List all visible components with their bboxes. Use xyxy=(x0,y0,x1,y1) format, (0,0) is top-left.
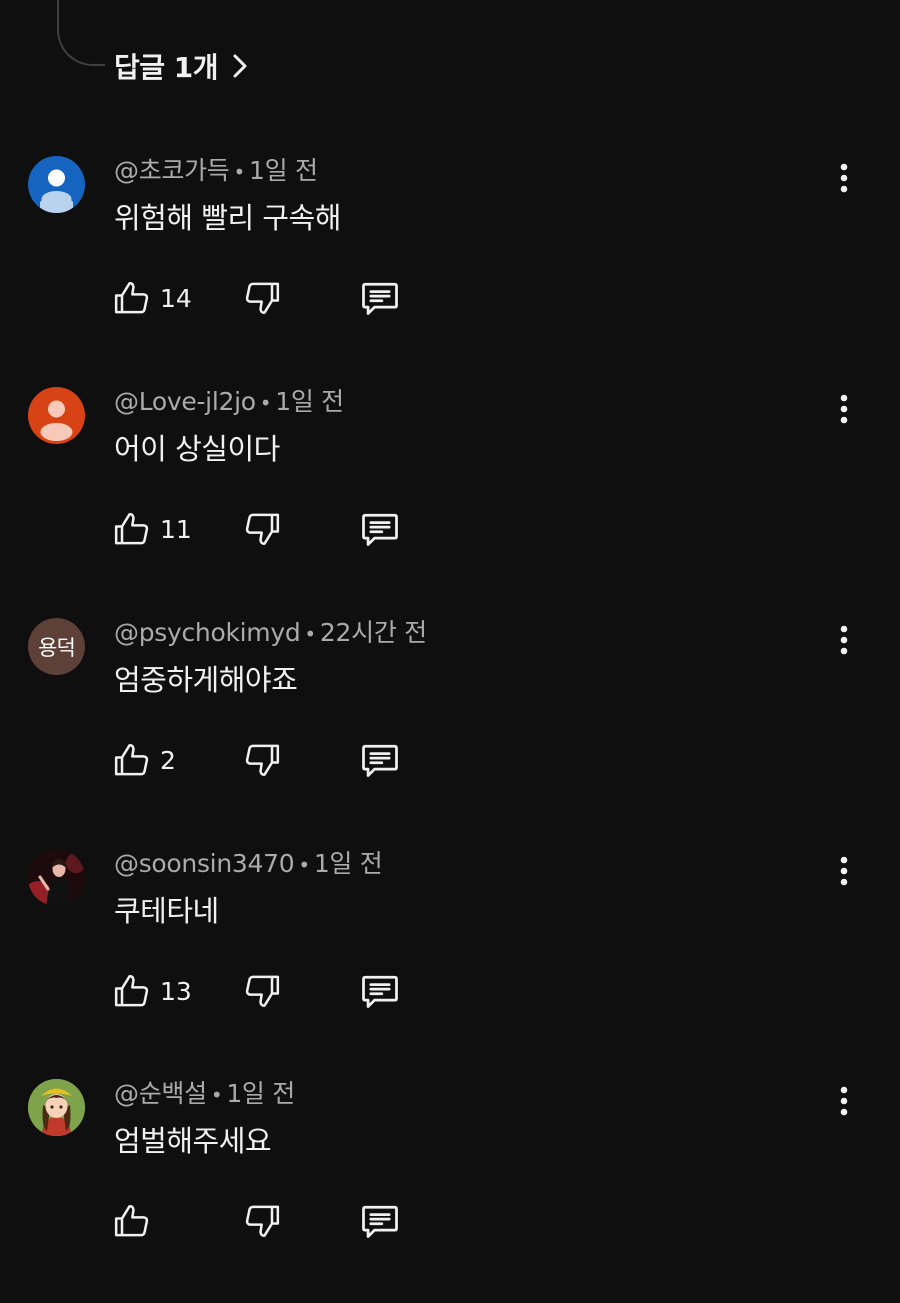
comment-actions xyxy=(112,1199,412,1243)
default-person-icon xyxy=(40,169,73,213)
dislike-button[interactable] xyxy=(242,969,282,1013)
thumbs-up-icon xyxy=(114,1205,149,1237)
comment-time[interactable]: 22시간 전 xyxy=(320,618,427,647)
thumbs-up-icon xyxy=(114,513,149,545)
author-handle[interactable]: @soonsin3470 xyxy=(114,849,295,878)
more-vertical-icon[interactable] xyxy=(826,387,862,431)
avatar[interactable] xyxy=(28,387,85,444)
more-vertical-icon[interactable] xyxy=(826,849,862,893)
like-button[interactable]: 11 xyxy=(112,507,192,551)
like-count: 11 xyxy=(160,514,192,544)
comment-item: @Love-jl2jo • 1일 전 어이 상실이다 11 xyxy=(0,381,900,611)
default-person-icon xyxy=(40,400,73,441)
comment-actions: 14 xyxy=(112,276,412,320)
avatar[interactable] xyxy=(28,156,85,213)
reply-comment-icon xyxy=(362,513,398,546)
comment-meta: @초코가득 • 1일 전 xyxy=(114,156,318,185)
comment-time[interactable]: 1일 전 xyxy=(249,156,318,185)
dislike-button[interactable] xyxy=(242,276,282,320)
avatar[interactable] xyxy=(28,1079,85,1136)
comment-actions: 11 xyxy=(112,507,412,551)
comment-text: 어이 상실이다 xyxy=(114,432,280,466)
reply-button[interactable] xyxy=(358,969,402,1013)
comment-item: @초코가득 • 1일 전 위험해 빨리 구속해 14 xyxy=(0,150,900,380)
author-handle[interactable]: @psychokimyd xyxy=(114,618,301,647)
comment-actions: 13 xyxy=(112,969,412,1013)
author-handle[interactable]: @초코가득 xyxy=(114,156,230,185)
comment-meta: @psychokimyd • 22시간 전 xyxy=(114,618,427,647)
avatar[interactable]: 용덕 xyxy=(28,618,85,675)
thumbs-down-icon xyxy=(245,513,280,545)
comment-time[interactable]: 1일 전 xyxy=(314,849,383,878)
profile-photo xyxy=(28,1079,85,1136)
avatar-initials: 용덕 xyxy=(38,635,76,660)
more-vertical-icon[interactable] xyxy=(826,1079,862,1123)
comment-item: @순백설 • 1일 전 엄벌해주세요 xyxy=(0,1073,900,1303)
comment-meta: @soonsin3470 • 1일 전 xyxy=(114,849,383,878)
chevron-right-icon xyxy=(233,54,247,78)
comment-time[interactable]: 1일 전 xyxy=(226,1079,295,1108)
avatar[interactable] xyxy=(28,849,85,906)
reply-comment-icon xyxy=(362,744,398,777)
reply-button[interactable] xyxy=(358,276,402,320)
reply-button[interactable] xyxy=(358,1199,402,1243)
comment-item: 용덕 @psychokimyd • 22시간 전 엄중하게해야죠 2 xyxy=(0,612,900,842)
comment-text: 쿠테타네 xyxy=(114,894,219,928)
dislike-button[interactable] xyxy=(242,1199,282,1243)
comment-actions: 2 xyxy=(112,738,412,782)
more-vertical-icon[interactable] xyxy=(826,618,862,662)
thumbs-up-icon xyxy=(114,975,149,1007)
reply-comment-icon xyxy=(362,1205,398,1238)
thumbs-down-icon xyxy=(245,282,280,314)
like-button[interactable]: 2 xyxy=(112,738,176,782)
thumbs-down-icon xyxy=(245,1205,280,1237)
comment-text: 위험해 빨리 구속해 xyxy=(114,201,341,235)
dislike-button[interactable] xyxy=(242,507,282,551)
thumbs-up-icon xyxy=(114,744,149,776)
author-handle[interactable]: @Love-jl2jo xyxy=(114,387,256,416)
comment-text: 엄중하게해야죠 xyxy=(114,663,298,697)
replies-count-label: 답글 1개 xyxy=(114,51,219,84)
thread-connector-line xyxy=(57,0,105,66)
like-button[interactable]: 14 xyxy=(112,276,192,320)
reply-comment-icon xyxy=(362,975,398,1008)
view-replies-button[interactable]: 답글 1개 xyxy=(114,44,250,88)
more-vertical-icon[interactable] xyxy=(826,156,862,200)
like-count: 2 xyxy=(160,745,176,775)
like-button[interactable] xyxy=(112,1199,160,1243)
comment-item: @soonsin3470 • 1일 전 쿠테타네 13 xyxy=(0,843,900,1073)
comment-time[interactable]: 1일 전 xyxy=(275,387,344,416)
reply-button[interactable] xyxy=(358,507,402,551)
thumbs-up-icon xyxy=(114,282,149,314)
like-count: 14 xyxy=(160,283,192,313)
thumbs-down-icon xyxy=(245,744,280,776)
like-count: 13 xyxy=(160,976,192,1006)
like-button[interactable]: 13 xyxy=(112,969,192,1013)
comment-meta: @순백설 • 1일 전 xyxy=(114,1079,295,1108)
dislike-button[interactable] xyxy=(242,738,282,782)
thumbs-down-icon xyxy=(245,975,280,1007)
comment-text: 엄벌해주세요 xyxy=(114,1124,272,1158)
reply-comment-icon xyxy=(362,282,398,315)
profile-photo xyxy=(28,849,85,906)
comment-meta: @Love-jl2jo • 1일 전 xyxy=(114,387,344,416)
reply-button[interactable] xyxy=(358,738,402,782)
author-handle[interactable]: @순백설 xyxy=(114,1079,207,1108)
